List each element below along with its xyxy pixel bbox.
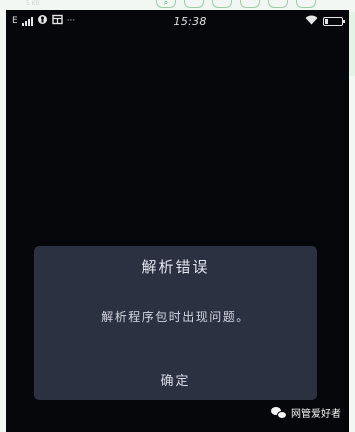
dialog-title: 解析错误 bbox=[141, 258, 210, 276]
screenshot-icon bbox=[51, 14, 63, 28]
status-left: E ··· bbox=[12, 14, 75, 28]
status-right bbox=[305, 15, 345, 28]
battery-fill bbox=[324, 18, 328, 24]
status-time: 15:38 bbox=[173, 14, 207, 28]
status-bar: E ··· 15:38 bbox=[6, 10, 349, 32]
settings-icon[interactable] bbox=[296, 0, 316, 8]
phone-screen: E ··· 15:38 解析错误 解析程序包时出现问题。 确定 网管爱好者 bbox=[6, 10, 349, 432]
more-notifications-icon: ··· bbox=[66, 16, 76, 26]
background-toolbar: ⌕ bbox=[148, 0, 355, 10]
background-label: 5 KB bbox=[26, 0, 40, 7]
lock-icon[interactable] bbox=[240, 0, 260, 8]
watermark-text: 网管爱好者 bbox=[291, 409, 341, 420]
watermark: 网管爱好者 bbox=[271, 405, 341, 420]
search-icon[interactable]: ⌕ bbox=[156, 0, 176, 8]
wifi-icon bbox=[305, 15, 318, 28]
notification-icon bbox=[37, 14, 48, 28]
signal-icon bbox=[21, 16, 33, 26]
error-dialog: 解析错误 解析程序包时出现问题。 确定 bbox=[34, 246, 317, 400]
battery-icon bbox=[322, 16, 345, 26]
carrier-indicator: E bbox=[12, 16, 18, 26]
save-icon[interactable] bbox=[268, 0, 288, 8]
share-icon[interactable] bbox=[212, 0, 232, 8]
confirm-button[interactable]: 确定 bbox=[150, 366, 200, 393]
wechat-icon bbox=[271, 406, 287, 419]
dialog-message: 解析程序包时出现问题。 bbox=[101, 310, 250, 324]
copy-icon[interactable] bbox=[184, 0, 204, 8]
